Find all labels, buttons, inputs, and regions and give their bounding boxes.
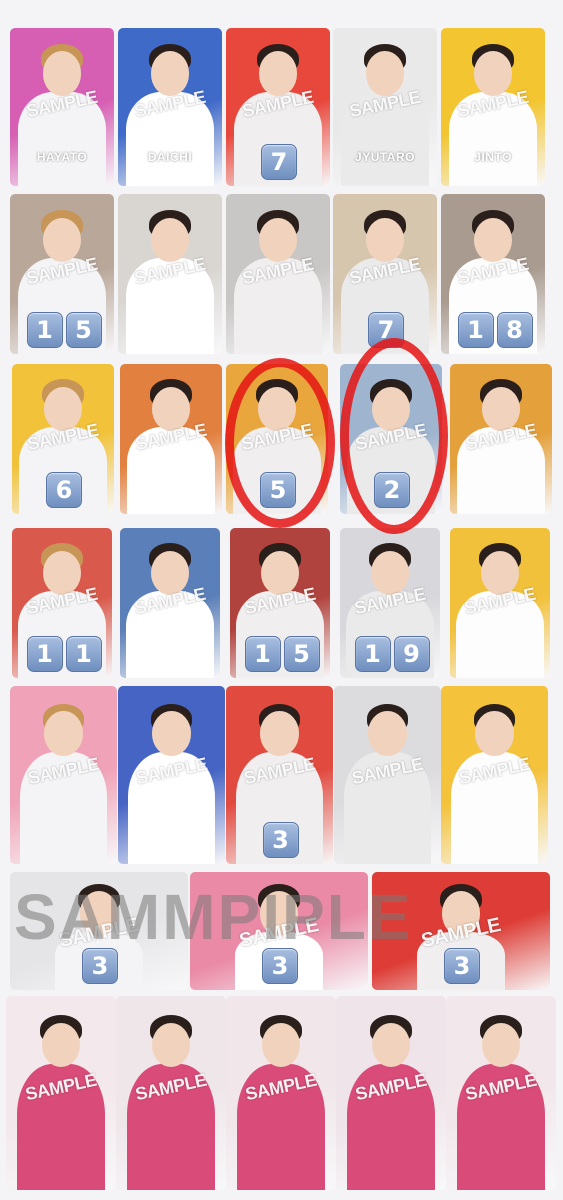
photocard: SAMPLE 1 9 — [340, 528, 440, 678]
number-badge: 1 — [354, 636, 391, 672]
number-badge: 3 — [444, 948, 480, 984]
number-badge: 6 — [46, 472, 82, 508]
number-badges: 7 — [261, 144, 297, 180]
member-name-label: HAYATO — [36, 150, 88, 164]
member-name-label: JINTO — [474, 150, 512, 164]
photocard: SAMPLE — [336, 996, 446, 1190]
person-face — [44, 711, 83, 756]
photocard: SAMPLE 1 1 — [12, 528, 112, 678]
photocard: SAMPLE 6 — [12, 364, 114, 514]
person-face — [258, 51, 298, 96]
person-face — [261, 1023, 301, 1068]
number-badge: 1 — [26, 636, 63, 672]
photocard: SAMPLE — [120, 364, 222, 514]
photocard: SAMPLE HAYATO — [10, 28, 114, 186]
photocard: SAMPLE 1 8 — [441, 194, 545, 354]
photocard: SAMPLE JINTO — [441, 28, 545, 186]
number-badges: 11 — [26, 636, 102, 672]
photocard: SAMPLE — [226, 996, 336, 1190]
number-badge: 5 — [65, 312, 102, 348]
large-sample-watermark: SAMMPIPLE — [14, 881, 413, 953]
person-face — [152, 711, 191, 756]
photocard: SAMPLE — [226, 194, 330, 354]
photocard: SAMPLE — [334, 686, 441, 864]
photocard: SAMPLE 3 — [226, 686, 333, 864]
number-badges: 15 — [26, 312, 102, 348]
photocard: SAMPLE — [6, 996, 116, 1190]
number-badges: 3 — [262, 822, 299, 858]
person-face — [42, 217, 82, 262]
photocard: SAMPLE JYUTARO — [333, 28, 437, 186]
person-face — [258, 217, 298, 262]
photocard: SAMPLE — [118, 686, 225, 864]
highlight-circle — [340, 338, 448, 534]
number-badges: 6 — [46, 472, 82, 508]
number-badge: 3 — [262, 822, 299, 858]
photocard: SAMPLE 1 5 — [230, 528, 330, 678]
highlight-circle — [225, 358, 335, 528]
number-badge: 1 — [65, 636, 102, 672]
person-face — [150, 217, 190, 262]
number-badge: 9 — [393, 636, 430, 672]
person-face — [151, 1023, 191, 1068]
person-face — [475, 711, 514, 756]
person-face — [365, 51, 405, 96]
person-face — [365, 217, 405, 262]
person-face — [481, 1023, 521, 1068]
number-badge: 8 — [496, 312, 533, 348]
number-badge: 7 — [261, 144, 297, 180]
person-face — [150, 51, 190, 96]
number-badge: 1 — [457, 312, 494, 348]
number-badge: 1 — [26, 312, 63, 348]
number-badges: 15 — [244, 636, 320, 672]
photocard: SAMPLE — [116, 996, 226, 1190]
person-face — [368, 711, 407, 756]
person-face — [473, 51, 513, 96]
number-badge: 1 — [244, 636, 281, 672]
number-badge: 5 — [283, 636, 320, 672]
photocard: SAMPLE DAICHI — [118, 28, 222, 186]
photocard: SAMPLE 7 — [333, 194, 437, 354]
photocard: SAMPLE — [118, 194, 222, 354]
person-face — [260, 711, 299, 756]
member-name-label: DAICHI — [147, 150, 193, 164]
number-badges: 18 — [457, 312, 533, 348]
number-badges: 3 — [444, 948, 480, 984]
photocard: SAMPLE — [441, 686, 548, 864]
photocard: SAMPLE — [450, 528, 550, 678]
photocard: SAMPLE — [10, 686, 117, 864]
member-name-label: JYUTARO — [355, 150, 415, 164]
photocard: SAMPLE 7 — [226, 28, 330, 186]
number-badges: 19 — [354, 636, 430, 672]
photocard: SAMPLE — [120, 528, 220, 678]
person-face — [371, 1023, 411, 1068]
photocard: SAMPLE — [446, 996, 556, 1190]
photocard: SAMPLE — [450, 364, 552, 514]
photocard: SAMPLE 1 5 — [10, 194, 114, 354]
person-face — [41, 1023, 81, 1068]
person-face — [42, 51, 82, 96]
person-face — [473, 217, 513, 262]
